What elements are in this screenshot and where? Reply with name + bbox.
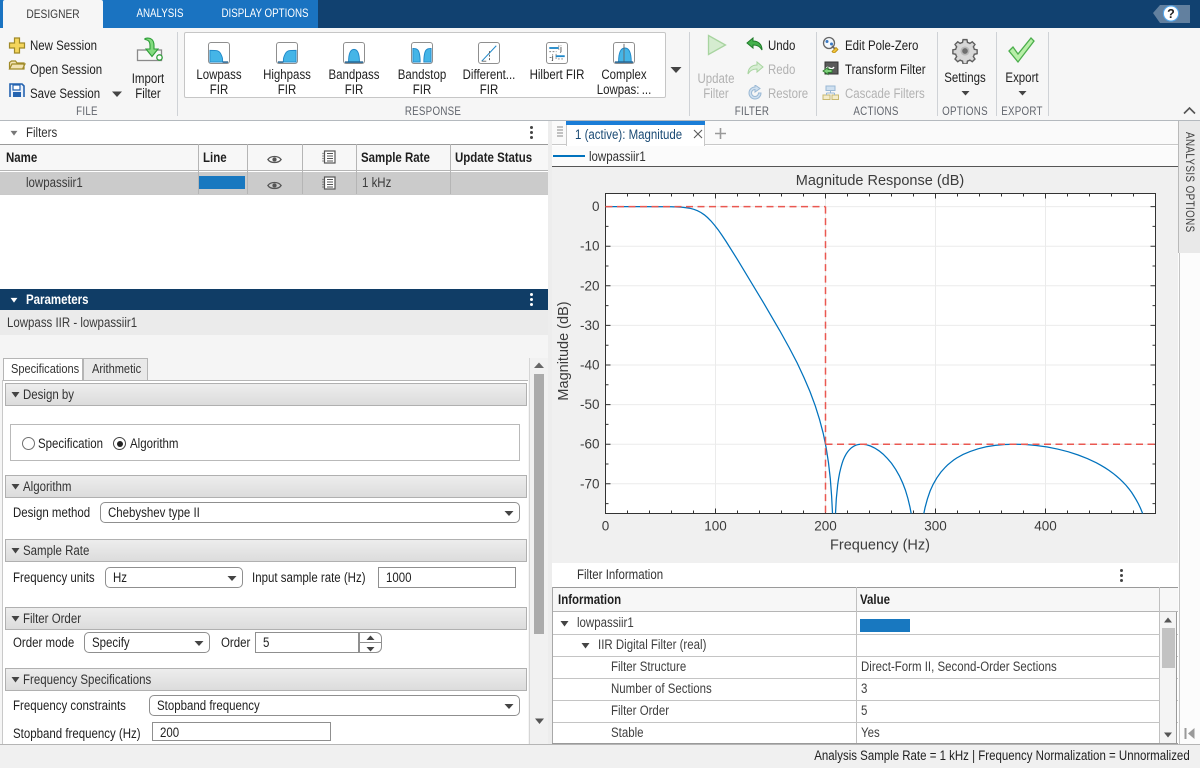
svg-text:-40: -40	[580, 358, 600, 373]
svg-text:-50: -50	[580, 397, 600, 412]
svg-text:-10: -10	[580, 239, 600, 254]
svg-text:-20: -20	[580, 278, 600, 293]
svg-text:j: j	[559, 44, 562, 53]
svg-text:-30: -30	[580, 318, 600, 333]
svg-text:0: 0	[602, 519, 610, 534]
svg-text:Magnitude Response (dB): Magnitude Response (dB)	[796, 173, 964, 189]
svg-text:0: 0	[592, 199, 600, 214]
svg-text:-70: -70	[580, 476, 600, 491]
svg-text:Frequency (Hz): Frequency (Hz)	[830, 538, 930, 554]
svg-text:100: 100	[704, 519, 727, 534]
svg-text:200: 200	[814, 519, 837, 534]
svg-text:Magnitude (dB): Magnitude (dB)	[556, 301, 572, 400]
svg-text:?: ?	[1167, 7, 1175, 21]
svg-text:300: 300	[924, 519, 947, 534]
svg-text:-60: -60	[580, 437, 600, 452]
svg-text:400: 400	[1034, 519, 1057, 534]
svg-text:-j: -j	[549, 52, 554, 61]
